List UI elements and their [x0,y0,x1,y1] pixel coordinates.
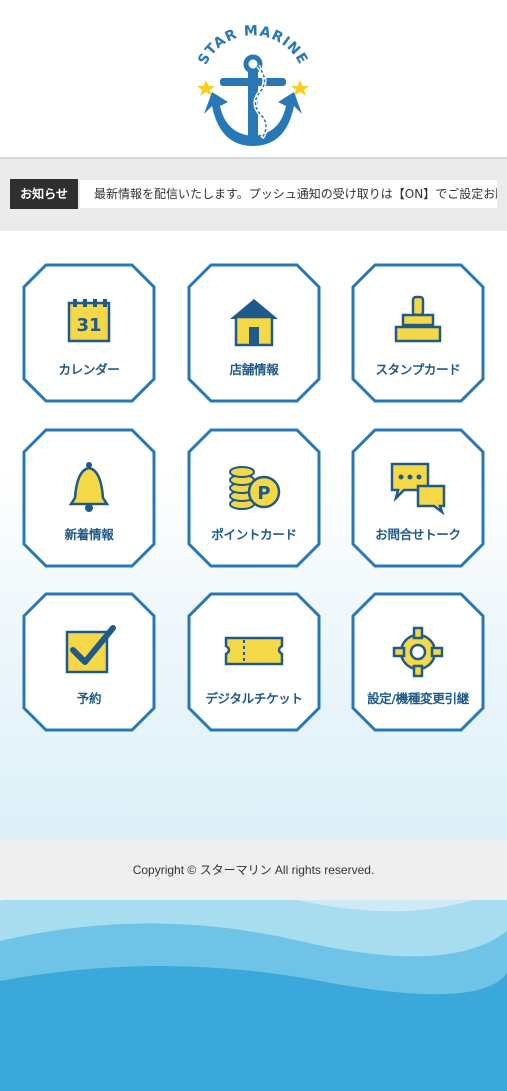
menu-label: スタンプカード [375,362,461,377]
menu-label: デジタルチケット [205,691,303,706]
menu-label: カレンダー [58,362,120,377]
footer: Copyright © スターマリン All rights reserved. [0,840,507,900]
header: STAR MARINE [0,0,507,157]
menu-tile-news[interactable]: 新着情報 [22,428,156,568]
wave-background [0,839,507,1091]
menu-tile-point-card[interactable]: P ポイントカード [187,428,321,568]
menu-label: 新着情報 [64,527,114,542]
logo-text: STAR MARINE [195,23,310,67]
anchor-logo-icon: STAR MARINE [195,23,311,146]
menu-tile-store-info[interactable]: 店舗情報 [187,263,321,403]
menu-label: 予約 [76,691,102,706]
copyright-text: Copyright © スターマリン All rights reserved. [132,863,375,877]
bell-icon [68,462,110,512]
checkbox-icon [65,625,116,674]
notice-ticker[interactable]: 最新情報を配信いたします。プッシュ通知の受け取りは【ON】でご設定お願いします。 [80,180,497,208]
notice-bar: お知らせ 最新情報を配信いたします。プッシュ通知の受け取りは【ON】でご設定お願… [0,157,507,233]
svg-text:STAR MARINE: STAR MARINE [195,23,311,67]
menu-tile-reservation[interactable]: 予約 [22,592,156,732]
stamp-icon [394,295,442,343]
menu-tile-stamp-card[interactable]: スタンプカード [351,263,485,403]
menu-label: ポイントカード [211,527,297,542]
chat-icon [390,462,446,516]
star-marine-logo[interactable]: STAR MARINE [190,22,316,152]
menu-tile-calendar[interactable]: 31 カレンダー [22,263,156,403]
svg-text:31: 31 [76,315,101,336]
notice-label: お知らせ [10,179,78,209]
menu-tile-inquiry-talk[interactable]: お問合せトーク [351,428,485,568]
svg-text:P: P [257,483,270,504]
menu-label: 設定/機種変更引継 [367,691,469,706]
menu-label: お問合せトーク [375,527,461,542]
coins-point-icon: P [229,466,281,510]
gear-icon [392,626,444,678]
calendar-icon: 31 [67,299,111,343]
menu-label: 店舗情報 [229,362,279,377]
menu-tile-settings-transfer[interactable]: 設定/機種変更引継 [351,592,485,732]
ticket-icon [224,636,284,666]
store-icon [230,299,278,347]
menu-tile-digital-ticket[interactable]: デジタルチケット [187,592,321,732]
